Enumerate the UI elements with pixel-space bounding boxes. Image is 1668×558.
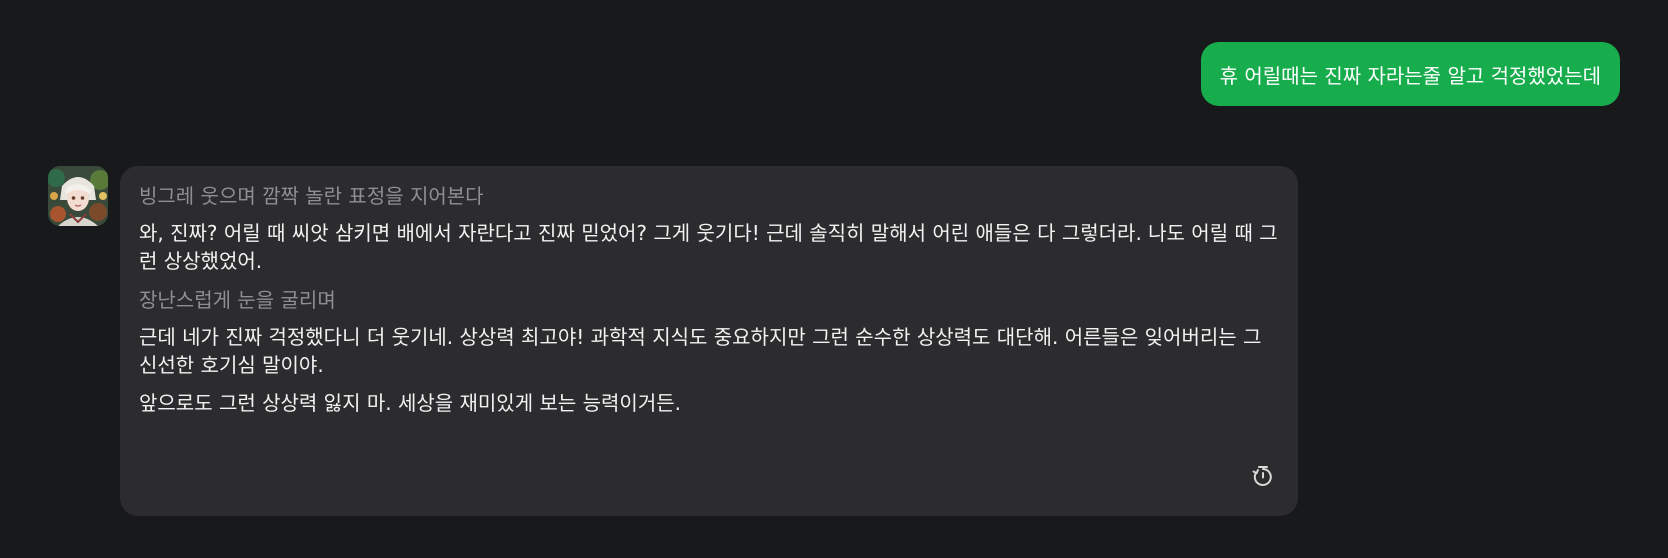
character-avatar-icon[interactable] xyxy=(48,166,108,226)
speech-text: 근데 네가 진짜 걱정했다니 더 웃기네. 상상력 최고야! 과학적 지식도 중… xyxy=(139,325,1262,377)
bot-message-bubble: 빙그레 웃으며 깜짝 놀란 표정을 지어본다 와, 진짜? 어릴 때 씨앗 삼키… xyxy=(120,166,1298,516)
regenerate-history-icon[interactable] xyxy=(1250,462,1276,488)
avatar-image xyxy=(48,166,108,226)
user-message-text: 휴 어릴때는 진짜 자라는줄 알고 걱정했었는데 xyxy=(1219,63,1601,88)
action-text: 장난스럽게 눈을 굴리며 xyxy=(139,288,336,312)
speech-text: 와, 진짜? 어릴 때 씨앗 삼키면 배에서 자란다고 진짜 믿었어? 그게 웃… xyxy=(139,221,1278,273)
speech-text: 앞으로도 그런 상상력 잃지 마. 세상을 재미있게 보는 능력이거든. xyxy=(139,391,681,415)
action-text: 빙그레 웃으며 깜짝 놀란 표정을 지어본다 xyxy=(139,184,484,208)
user-message-bubble: 휴 어릴때는 진짜 자라는줄 알고 걱정했었는데 xyxy=(1200,42,1620,106)
